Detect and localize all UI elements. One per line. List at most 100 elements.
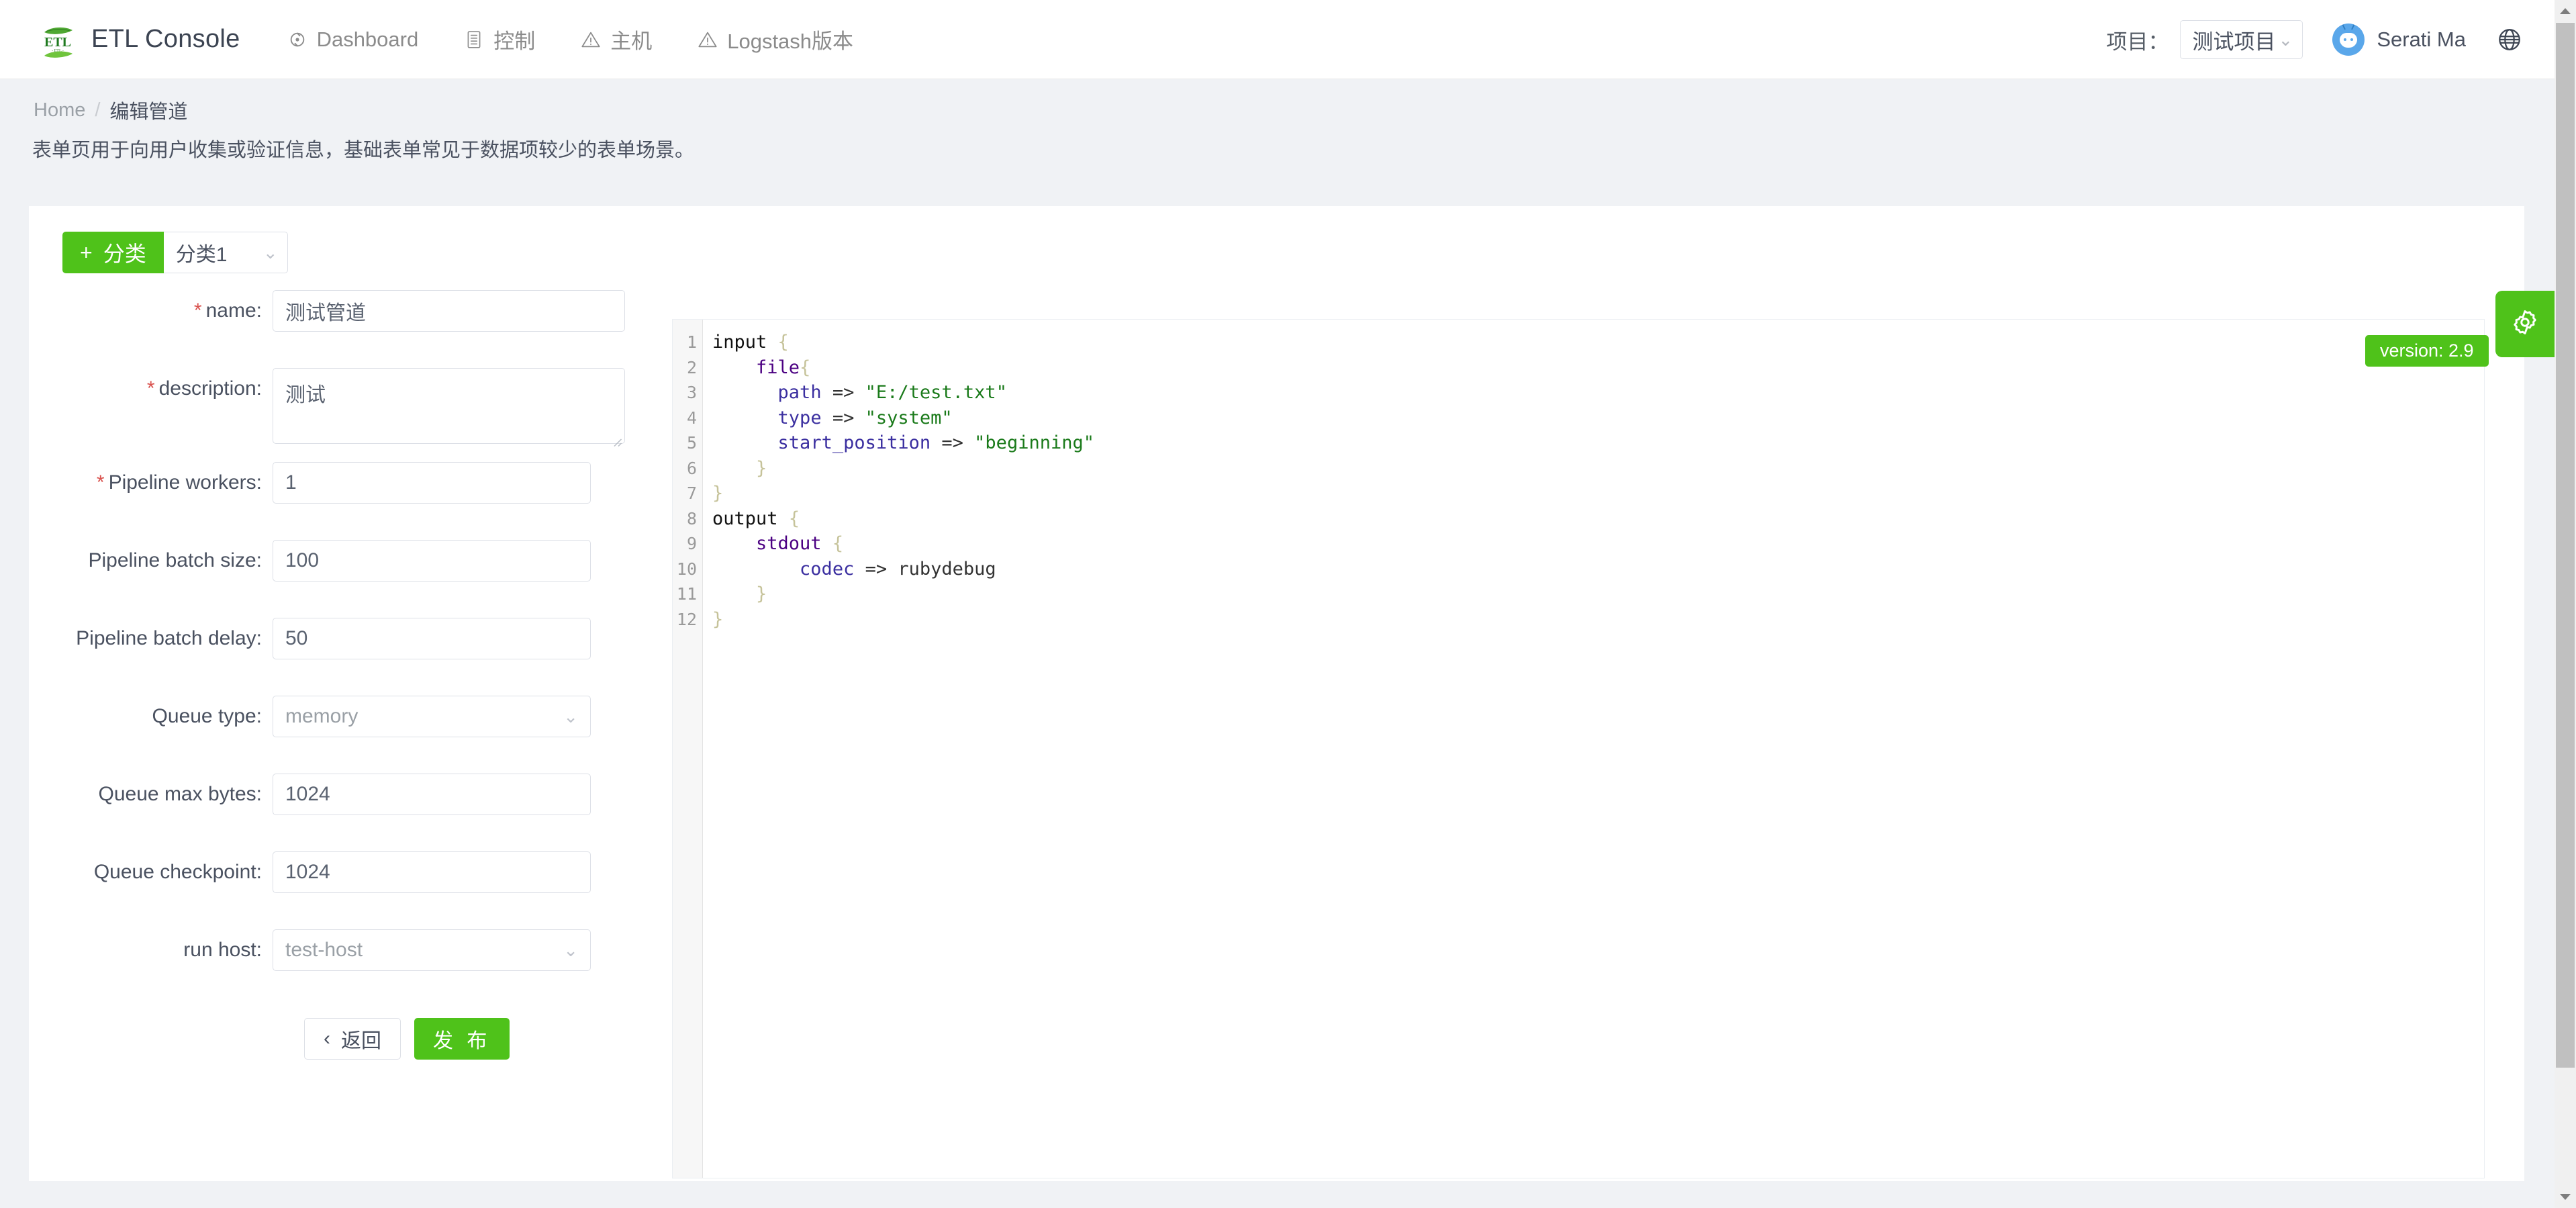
- form-row-queue-max-bytes: Queue max bytes: 1024: [29, 774, 660, 851]
- queue-max-bytes-value: 1024: [285, 783, 330, 805]
- pipeline-batch-size-value: 100: [285, 549, 320, 571]
- description-textarea[interactable]: 测试: [273, 368, 625, 447]
- add-category-button[interactable]: + 分类: [62, 232, 164, 273]
- line-number: 7: [686, 483, 697, 503]
- page-description: 表单页用于向用户收集或验证信息，基础表单常见于数据项较少的表单场景。: [32, 140, 695, 161]
- nav-item-logstash-version[interactable]: Logstash版本: [698, 24, 853, 54]
- name-input[interactable]: 测试管道: [273, 290, 625, 332]
- publish-button-label: 发 布: [433, 1030, 491, 1052]
- control-icon: [464, 30, 484, 50]
- form-label-text: name:: [205, 299, 262, 322]
- header-right: 项目： 测试项目 ⌄ Serati Ma: [2107, 0, 2555, 79]
- svg-text:ETL: ETL: [44, 35, 71, 50]
- code-line: file{: [756, 357, 811, 378]
- nav-item-host[interactable]: 主机: [581, 24, 652, 54]
- line-number: 3: [686, 383, 697, 402]
- line-number: 6: [686, 458, 697, 478]
- line-number: 12: [676, 609, 697, 629]
- app-header: ETL - ETL - ETL Console Dashboard 控制 主机 …: [0, 0, 2555, 79]
- page-scrollbar[interactable]: [2555, 0, 2576, 1208]
- form-label-text: description:: [158, 377, 262, 400]
- line-number: 4: [686, 408, 697, 428]
- editor-line-numbers: 1 2 3 4 5 6 7 8 9 10 11 12: [673, 320, 703, 1178]
- triangle-down-icon[interactable]: [2555, 1187, 2576, 1208]
- form-label-text: Queue checkpoint:: [93, 861, 262, 883]
- form-label-queue-max-bytes: Queue max bytes:: [29, 774, 273, 815]
- queue-checkpoint-value: 1024: [285, 861, 330, 883]
- nav-item-control[interactable]: 控制: [464, 24, 535, 54]
- avatar-face: [2340, 32, 2358, 48]
- line-number: 10: [676, 559, 697, 579]
- code-line: output {: [712, 508, 800, 529]
- dashboard-icon: [287, 30, 307, 50]
- nav-item-label: 控制: [493, 30, 536, 53]
- form-actions: ‹ 返回 发 布: [304, 1018, 660, 1060]
- form-row-pipeline-batch-delay: Pipeline batch delay: 50: [29, 618, 660, 696]
- required-marker: *: [146, 377, 155, 400]
- form-label-text: Queue type:: [152, 705, 262, 727]
- breadcrumb-home[interactable]: Home: [34, 99, 85, 122]
- nav-item-label: Logstash版本: [727, 30, 854, 53]
- brand-title: ETL Console: [91, 25, 240, 53]
- form-label-description: * description:: [29, 368, 273, 410]
- globe-icon[interactable]: [2497, 27, 2522, 52]
- code-line: start_position => "beginning": [777, 432, 1094, 453]
- code-line: stdout {: [756, 533, 844, 554]
- line-number: 5: [686, 433, 697, 453]
- form-label-pipeline-batch-size: Pipeline batch size:: [29, 540, 273, 582]
- breadcrumb-separator: /: [95, 99, 101, 121]
- pipeline-form: * name: 测试管道 * description: 测试 * Pipelin…: [29, 290, 660, 1060]
- queue-max-bytes-input[interactable]: 1024: [273, 774, 591, 815]
- form-label-text: Pipeline workers:: [108, 471, 262, 494]
- username: Serati Ma: [2377, 28, 2466, 51]
- pipeline-batch-delay-input[interactable]: 50: [273, 618, 591, 659]
- category-row: + 分类 分类1 ⌄: [62, 232, 288, 273]
- code-line: }: [712, 483, 724, 504]
- etl-logo-icon: ETL - ETL -: [39, 21, 77, 58]
- avatar-eye-right: [2350, 38, 2354, 41]
- back-button[interactable]: ‹ 返回: [304, 1018, 401, 1060]
- form-row-pipeline-workers: * Pipeline workers: 1: [29, 462, 660, 540]
- line-number: 2: [686, 357, 697, 377]
- breadcrumb: Home / 编辑管道: [34, 96, 187, 124]
- chevron-down-icon: ⌄: [263, 242, 278, 263]
- run-host-value: test-host: [285, 939, 363, 961]
- scrollbar-thumb[interactable]: [2556, 23, 2575, 1068]
- publish-button[interactable]: 发 布: [414, 1018, 510, 1060]
- nav-item-dashboard[interactable]: Dashboard: [287, 27, 419, 52]
- brand[interactable]: ETL - ETL - ETL Console: [39, 21, 240, 58]
- queue-checkpoint-input[interactable]: 1024: [273, 851, 591, 893]
- run-host-select[interactable]: test-host ⌄: [273, 929, 591, 971]
- form-label-queue-checkpoint: Queue checkpoint:: [29, 851, 273, 893]
- code-line: input {: [712, 332, 789, 353]
- app-root: ETL - ETL - ETL Console Dashboard 控制 主机 …: [0, 0, 2576, 1208]
- config-editor[interactable]: 1 2 3 4 5 6 7 8 9 10 11 12 input { file{…: [672, 319, 2485, 1178]
- line-number: 11: [676, 584, 697, 604]
- avatar-eye-left: [2344, 38, 2347, 41]
- breadcrumb-current: 编辑管道: [109, 101, 188, 123]
- required-marker: *: [193, 299, 202, 322]
- resize-grip-icon[interactable]: [610, 430, 622, 447]
- chevron-down-icon: ⌄: [563, 939, 578, 960]
- avatar[interactable]: [2332, 24, 2365, 56]
- plus-icon: +: [80, 240, 93, 265]
- form-label-pipeline-batch-delay: Pipeline batch delay:: [29, 618, 273, 659]
- form-row-queue-checkpoint: Queue checkpoint: 1024: [29, 851, 660, 929]
- category-select[interactable]: 分类1 ⌄: [163, 232, 288, 273]
- chevron-down-icon: ⌄: [2278, 29, 2293, 50]
- avatar-antenna-right: [2351, 24, 2355, 30]
- nav-item-label: 主机: [610, 30, 653, 53]
- queue-type-select[interactable]: memory ⌄: [273, 696, 591, 737]
- triangle-up-icon[interactable]: [2555, 0, 2576, 21]
- version-warning-icon: [698, 30, 718, 50]
- pipeline-batch-size-input[interactable]: 100: [273, 540, 591, 582]
- project-select[interactable]: 测试项目 ⌄: [2179, 20, 2303, 59]
- project-label: 项目：: [2106, 30, 2169, 54]
- settings-button[interactable]: [2495, 291, 2555, 357]
- gear-icon: [2511, 308, 2539, 340]
- editor-code[interactable]: input { file{ path => "E:/test.txt" type…: [703, 320, 2484, 1178]
- pipeline-workers-input[interactable]: 1: [273, 462, 591, 504]
- nav-item-label: Dashboard: [316, 27, 419, 51]
- form-label-run-host: run host:: [29, 929, 273, 971]
- form-label-text: Queue max bytes:: [98, 783, 262, 805]
